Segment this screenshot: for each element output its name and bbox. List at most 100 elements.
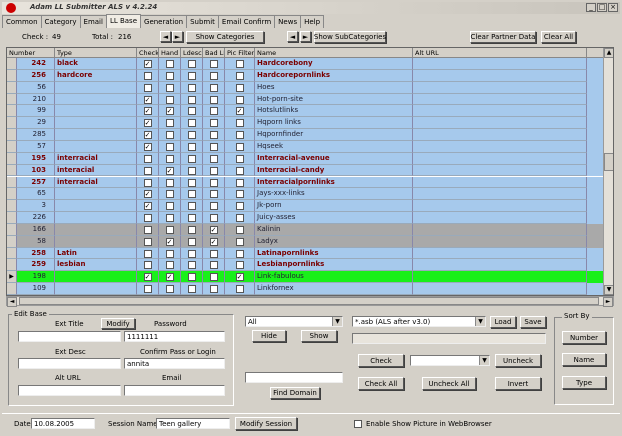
horizontal-scrollbar[interactable]: ◄ ► [6,296,614,307]
check-all-button[interactable]: Check All [358,377,404,390]
bad-ll-checkbox[interactable] [209,95,218,104]
check-checkbox[interactable]: ✓ [143,142,152,151]
bad-ll-checkbox[interactable] [209,214,218,223]
ldesc-checkbox[interactable] [187,142,196,151]
column-header-type[interactable]: Type [55,48,137,58]
ldesc-checkbox[interactable] [187,202,196,211]
modify-button[interactable]: Modify [101,318,135,329]
table-row[interactable]: 210 ✓ Hot-porn-site [7,93,603,106]
ldesc-checkbox[interactable] [187,154,196,163]
ldesc-checkbox[interactable] [187,60,196,68]
pic-filter-checkbox[interactable] [235,71,244,80]
check-checkbox[interactable] [143,225,152,234]
pic-filter-checkbox[interactable] [235,178,244,187]
bad-ll-checkbox[interactable] [209,273,218,282]
pic-filter-checkbox[interactable] [235,154,244,163]
check-checkbox[interactable] [143,154,152,163]
check-checkbox[interactable]: ✓ [143,273,152,282]
pic-filter-checkbox[interactable] [235,131,244,140]
minimize-button[interactable]: _ [586,3,596,12]
ldesc-checkbox[interactable] [187,178,196,187]
check-button[interactable]: Check [358,354,404,367]
filter-select[interactable]: All ▼ [245,316,343,327]
table-row[interactable]: 56 Hoes [7,81,603,94]
table-row[interactable]: 259 lesbian Lesbianpornlinks [7,259,603,272]
tab-common[interactable]: Common [2,15,42,28]
bad-ll-checkbox[interactable] [209,190,218,199]
tab-help[interactable]: Help [300,15,325,28]
email-input[interactable] [124,385,225,396]
scroll-right-arrow-icon[interactable]: ► [603,297,613,307]
alt-url-input[interactable] [18,385,121,396]
bad-ll-checkbox[interactable] [209,142,218,151]
table-row[interactable]: 65 ✓ Jays-xxx-links [7,188,603,201]
tab-ll-base[interactable]: LL Base [105,14,142,28]
close-button[interactable]: × [608,3,618,12]
table-row[interactable]: 58 ✓ ✓ Ladyx [7,235,603,248]
pic-filter-checkbox[interactable] [235,225,244,234]
tab-submit[interactable]: Submit [186,15,219,28]
hand-checkbox[interactable] [165,285,174,294]
table-row[interactable]: 226 Juicy-asses [7,212,603,224]
bad-ll-checkbox[interactable] [209,166,218,175]
confirm-input[interactable]: annita [124,358,225,369]
file-type-select[interactable]: *.asb (ALS after v3.0) ▼ [352,316,486,327]
tab-news[interactable]: News [274,15,302,28]
table-row[interactable]: 258 Latin Latinapornlinks [7,247,603,260]
hand-checkbox[interactable] [165,119,174,128]
session-name-input[interactable]: Teen gallery [156,418,230,429]
horizontal-scroll-thumb[interactable] [19,297,599,305]
hand-checkbox[interactable]: ✓ [165,237,174,246]
check-checkbox[interactable]: ✓ [143,131,152,140]
hide-button[interactable]: Hide [252,330,286,342]
hand-checkbox[interactable] [165,178,174,187]
pic-filter-checkbox[interactable] [235,214,244,223]
hand-checkbox[interactable] [165,154,174,163]
show-subcategories-button[interactable]: Show SubCategories [314,31,386,43]
hand-checkbox[interactable] [165,225,174,234]
table-row[interactable]: 166 ✓ Kalinin [7,223,603,236]
column-header-name[interactable]: Name [255,48,413,58]
vertical-scrollbar[interactable]: ▲ ▼ [603,48,613,295]
column-header-number[interactable]: Number [7,48,55,58]
show-categories-button[interactable]: Show Categories [186,31,264,43]
sort-name-button[interactable]: Name [562,353,606,366]
bad-ll-checkbox[interactable] [209,249,218,258]
column-header-hand[interactable]: Hand [159,48,181,58]
table-row[interactable]: ▶ 198 ✓ ✓ ✓ Link-fabulous [7,271,603,284]
hand-checkbox[interactable] [165,214,174,223]
bad-ll-checkbox[interactable] [209,60,218,68]
table-row[interactable]: 257 interracial Interracialpornlinks [7,176,603,189]
date-input[interactable]: 10.08.2005 [31,418,95,429]
table-row[interactable]: 195 interracial Interracial-avenue [7,152,603,165]
find-domain-input[interactable] [245,372,343,383]
ldesc-checkbox[interactable] [187,214,196,223]
check-checkbox[interactable] [143,71,152,80]
bad-ll-checkbox[interactable] [209,71,218,80]
ldesc-checkbox[interactable] [187,107,196,116]
pic-filter-checkbox[interactable] [235,249,244,258]
pic-filter-checkbox[interactable] [235,83,244,92]
bad-ll-checkbox[interactable]: ✓ [209,237,218,246]
ldesc-checkbox[interactable] [187,225,196,234]
ldesc-checkbox[interactable] [187,285,196,294]
hand-checkbox[interactable] [165,142,174,151]
hand-checkbox[interactable] [165,83,174,92]
show-button[interactable]: Show [301,330,337,342]
check-checkbox[interactable]: ✓ [143,107,152,116]
pic-filter-checkbox[interactable]: ✓ [235,107,244,116]
table-row[interactable]: 103 interacial ✓ Interracial-candy [7,164,603,177]
uncheck-all-button[interactable]: Uncheck All [422,377,476,390]
hand-checkbox[interactable] [165,261,174,270]
bad-ll-checkbox[interactable] [209,178,218,187]
column-header-bad-ll[interactable]: Bad LL [203,48,225,58]
pic-filter-checkbox[interactable] [235,202,244,211]
tab-category[interactable]: Category [40,15,81,28]
links-grid[interactable]: Number Type Check Hand Ldesc Bad LL Pic Filter… [6,47,614,296]
sort-number-button[interactable]: Number [562,331,606,344]
hand-checkbox[interactable] [165,71,174,80]
pic-filter-checkbox[interactable] [235,142,244,151]
hand-checkbox[interactable] [165,131,174,140]
table-row[interactable]: 242 black ✓ Hardcorebony [7,58,603,70]
clear-all-button[interactable]: Clear All [541,31,576,43]
